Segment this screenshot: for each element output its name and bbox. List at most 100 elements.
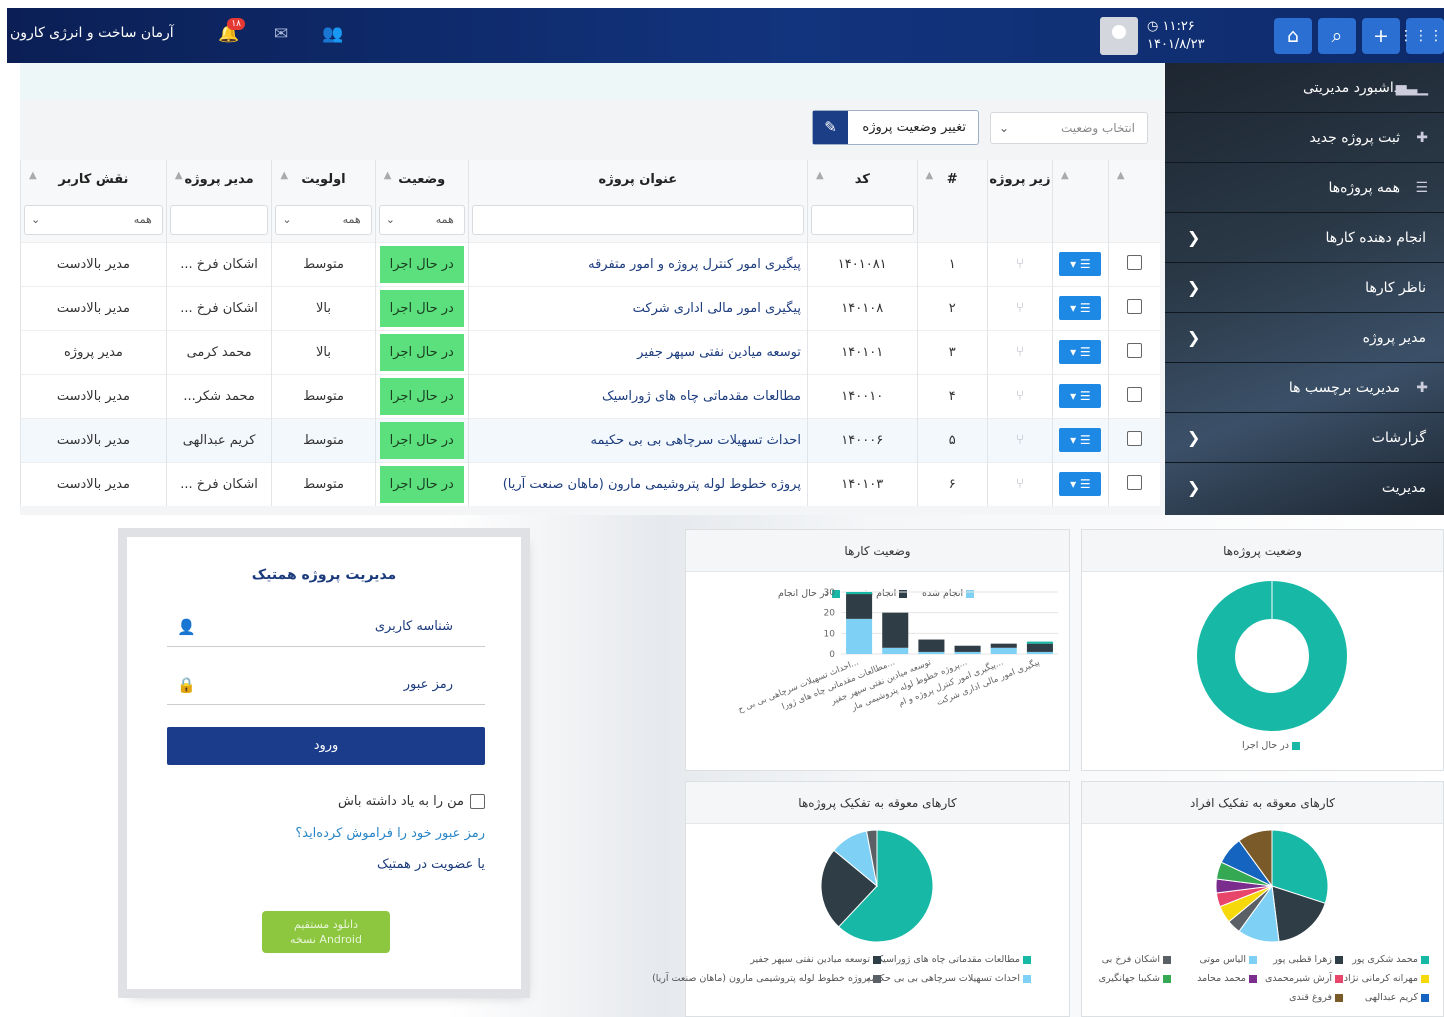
code-filter-input[interactable]: [810, 204, 914, 235]
row-menu-button[interactable]: ☰ ▾: [1059, 428, 1102, 452]
legend-swatch: [1335, 974, 1343, 983]
legend-item: محمد شکری پور: [1352, 954, 1429, 965]
table-row[interactable]: ☰ ▾ ⑂ ۶ ۱۴۰۱۰۳ پروژه خطوط لوله پتروشیمی مارو…: [20, 461, 1160, 506]
bell-icon[interactable]: 🔔 ۱۸: [217, 18, 245, 46]
role-filter-select[interactable]: همه ⌄: [24, 204, 163, 235]
sidebar-item-label: ناظر کارها: [1365, 280, 1426, 296]
row-checkbox[interactable]: [1126, 254, 1142, 270]
row-menu-button[interactable]: ☰ ▾: [1059, 384, 1102, 408]
subproject-icon[interactable]: ⑂: [1016, 476, 1024, 492]
status-header[interactable]: وضعیت ▲: [374, 160, 469, 198]
header-label: کد: [854, 171, 870, 187]
mail-icon[interactable]: ✉: [269, 24, 293, 46]
y-tick-label: 20: [824, 609, 836, 619]
project-title-link[interactable]: مطالعات مقدماتی چاه های ژوراسیک: [467, 373, 808, 418]
legend-swatch: [1421, 955, 1429, 964]
register-link[interactable]: یا عضویت در همتیک: [167, 857, 485, 872]
project-title-link[interactable]: توسعه میادین نفتی سپهر جفیر: [467, 329, 808, 374]
status-select[interactable]: انتخاب وضعیت ⌄: [990, 112, 1148, 144]
users-icon[interactable]: 👥: [321, 24, 345, 46]
main-content: انتخاب وضعیت ⌄ تغییر وضعیت پروژه ✎ ▲ ▲ زیر…: [20, 63, 1165, 515]
select-all-header[interactable]: ▲: [1107, 160, 1160, 198]
legend-label: توسعه میادین نفتی سپهر جفیر: [750, 954, 870, 965]
legend-item: محمد محامد: [1197, 973, 1257, 984]
username-field[interactable]: شناسه کاربری 👤: [167, 607, 485, 647]
subproject-icon[interactable]: ⑂: [1016, 300, 1024, 316]
android-download-button[interactable]: دانلود مستقیم نسخه Android: [262, 911, 390, 953]
legend-swatch: [1023, 974, 1031, 983]
sidebar-item-label: ثبت پروژه جدید: [1309, 130, 1401, 146]
table-row[interactable]: ☰ ▾ ⑂ ۵ ۱۴۰۰۰۶ احداث تسهیلات سرچاهی بی بی حک…: [20, 417, 1160, 462]
chevron-down-icon: ⌄: [31, 212, 41, 226]
bar-segment: [954, 651, 981, 654]
code-header[interactable]: کد ▲: [806, 160, 918, 198]
table-row[interactable]: ☰ ▾ ⑂ ۲ ۱۴۰۱۰۸ پیگیری امور مالی اداری شرکت در…: [20, 285, 1160, 330]
row-menu-button[interactable]: ☰ ▾: [1059, 340, 1102, 364]
sidebar-item-all-projects[interactable]: ☰ همه پروژه‌ها: [1165, 163, 1444, 213]
sidebar-item-reports[interactable]: گزارشات ❮: [1165, 413, 1444, 463]
subproject-icon[interactable]: ⑂: [1016, 256, 1024, 272]
row-menu-button[interactable]: ☰ ▾: [1059, 472, 1102, 497]
login-button[interactable]: ورود: [167, 727, 485, 765]
filter-empty: [986, 198, 1053, 242]
subproject-icon[interactable]: ⑂: [1016, 432, 1024, 448]
row-checkbox[interactable]: [1126, 298, 1142, 314]
filter-row: همه ⌄ همه ⌄ همه ⌄: [20, 198, 1160, 242]
remember-checkbox[interactable]: [470, 794, 485, 809]
row-checkbox[interactable]: [1126, 474, 1142, 490]
row-menu-button[interactable]: ☰ ▾: [1059, 296, 1102, 320]
table-row[interactable]: ☰ ▾ ⑂ ۴ ۱۴۰۰۱۰ مطالعات مقدماتی چاه های ژوراس…: [20, 373, 1160, 418]
avatar[interactable]: [1100, 17, 1138, 55]
priority-header[interactable]: اولویت ▲: [271, 160, 376, 198]
role-header[interactable]: نقش کاربر ▲: [20, 160, 167, 198]
subproject-icon[interactable]: ⑂: [1016, 344, 1024, 360]
row-checkbox[interactable]: [1126, 386, 1142, 402]
project-title-link[interactable]: پروژه خطوط لوله پتروشیمی مارون (ماهان صن…: [467, 461, 808, 506]
remember-me[interactable]: من را به یاد داشته باش: [167, 794, 485, 809]
filter-empty: [1051, 198, 1109, 242]
sidebar-item-project-manager[interactable]: مدیر پروژه ❮: [1165, 313, 1444, 363]
row-checkbox[interactable]: [1126, 430, 1142, 446]
password-field[interactable]: رمز عبور 🔒: [167, 665, 485, 705]
sidebar-item-admin[interactable]: مدیریت ❮: [1165, 463, 1444, 513]
subproject-header[interactable]: زیر پروژه: [986, 160, 1053, 198]
table-row[interactable]: ☰ ▾ ⑂ ۱ ۱۴۰۱۰۸۱ پیگیری امور کنترل پروژه و ام…: [20, 241, 1160, 286]
row-menu-cell: ☰ ▾: [1051, 285, 1109, 330]
title-header[interactable]: عنوان پروژه: [467, 160, 808, 198]
sidebar-item-dashboard[interactable]: ▁▃▅ داشبورد مدیریتی: [1165, 63, 1444, 113]
legend-swatch: [1421, 974, 1429, 983]
priority-filter-select[interactable]: همه ⌄: [275, 204, 372, 235]
status-cell: در حال اجرا: [374, 417, 469, 462]
change-status-button[interactable]: تغییر وضعیت پروژه ✎: [812, 110, 979, 145]
legend-label: فروغ قندی: [1289, 992, 1332, 1003]
username-placeholder: شناسه کاربری: [374, 619, 453, 634]
row-menu-button[interactable]: ☰ ▾: [1059, 252, 1102, 276]
search-icon[interactable]: ⌕: [1318, 18, 1356, 54]
home-icon[interactable]: ⌂: [1274, 18, 1312, 54]
subproject-icon[interactable]: ⑂: [1016, 388, 1024, 404]
sidebar-item-supervisors[interactable]: ناظر کارها ❮: [1165, 263, 1444, 313]
table-row[interactable]: ☰ ▾ ⑂ ۳ ۱۴۰۱۰۱ توسعه میادین نفتی سپهر جفیر در…: [20, 329, 1160, 374]
sidebar-item-tags[interactable]: ✚ مدیریت برچسب ها: [1165, 363, 1444, 413]
forgot-password-link[interactable]: رمز عبور خود را فراموش کرده‌اید؟: [167, 826, 485, 841]
title-filter-input[interactable]: [471, 204, 804, 235]
project-title-link[interactable]: پیگیری امور مالی اداری شرکت: [467, 285, 808, 330]
sidebar-item-new-project[interactable]: ✚ ثبت پروژه جدید: [1165, 113, 1444, 163]
manager-header[interactable]: مدیر پروژه ▲: [165, 160, 272, 198]
apps-grid-icon[interactable]: ⋮⋮⋮: [1399, 18, 1444, 54]
actions-header[interactable]: ▲: [1051, 160, 1109, 198]
row-checkbox[interactable]: [1126, 342, 1142, 358]
row-menu-cell: ☰ ▾: [1051, 373, 1109, 418]
sidebar-item-task-doers[interactable]: انجام دهنده کارها ❮: [1165, 213, 1444, 263]
status-filter-select[interactable]: همه ⌄: [378, 204, 465, 235]
legend-label: آرش شیرمحمدی: [1264, 973, 1332, 984]
num-header[interactable]: # ▲: [916, 160, 988, 198]
project-title-link[interactable]: احداث تسهیلات سرچاهی بی بی حکیمه: [467, 417, 808, 462]
plus-icon[interactable]: +: [1362, 18, 1400, 54]
chevron-left-icon: ❮: [1187, 328, 1201, 347]
manager-filter-input[interactable]: [169, 204, 269, 235]
chevron-down-icon: ⌄: [385, 212, 395, 226]
sidebar-item-label: انجام دهنده کارها: [1325, 230, 1426, 246]
project-title-link[interactable]: پیگیری امور کنترل پروژه و امور متفرقه: [467, 241, 808, 286]
filter-value: همه: [133, 212, 152, 226]
